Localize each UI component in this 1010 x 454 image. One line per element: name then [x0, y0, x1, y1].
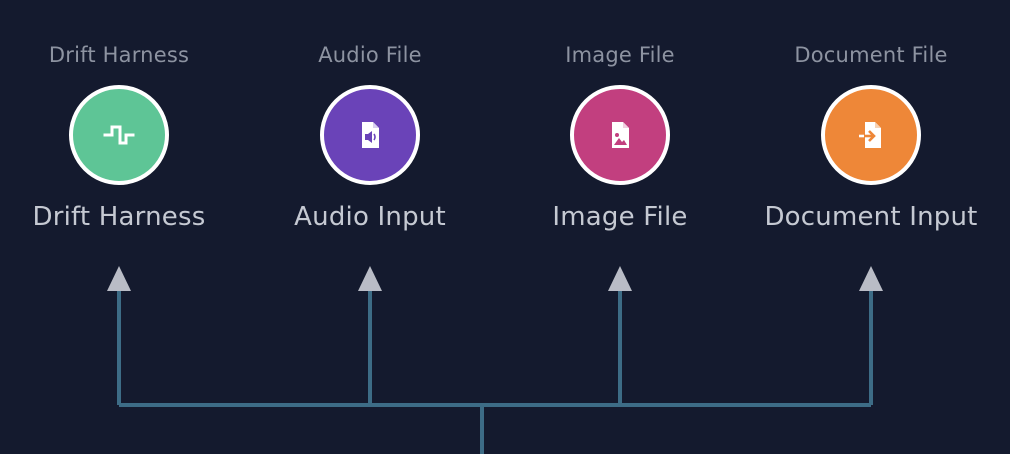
arrow-up-icon	[608, 266, 632, 291]
node-image-file: Image File Image File	[495, 40, 745, 235]
node-title: Drift Harness	[32, 202, 206, 232]
arrow-up-icon	[358, 266, 382, 291]
node-drift-harness: Drift Harness Drift Harness	[0, 40, 244, 235]
node-caption: Image File	[565, 43, 675, 67]
square-wave-icon	[103, 125, 135, 145]
arrow-up-icon	[107, 266, 131, 291]
node-title: Audio Input	[294, 202, 446, 232]
node-circle[interactable]	[821, 85, 921, 185]
node-audio-input: Audio File Audio Input	[245, 40, 495, 235]
image-file-icon	[612, 122, 629, 148]
node-title: Document Input	[764, 202, 978, 232]
node-caption: Audio File	[318, 43, 422, 67]
node-circle[interactable]	[69, 85, 169, 185]
node-title: Image File	[552, 202, 688, 232]
node-circle[interactable]	[570, 85, 670, 185]
arrow-up-icon	[859, 266, 883, 291]
audio-file-icon	[362, 122, 379, 148]
node-document-input: Document File Document Input	[746, 40, 996, 235]
document-import-icon	[859, 122, 881, 148]
node-caption: Document File	[794, 43, 948, 67]
node-circle[interactable]	[320, 85, 420, 185]
node-caption: Drift Harness	[48, 43, 190, 67]
